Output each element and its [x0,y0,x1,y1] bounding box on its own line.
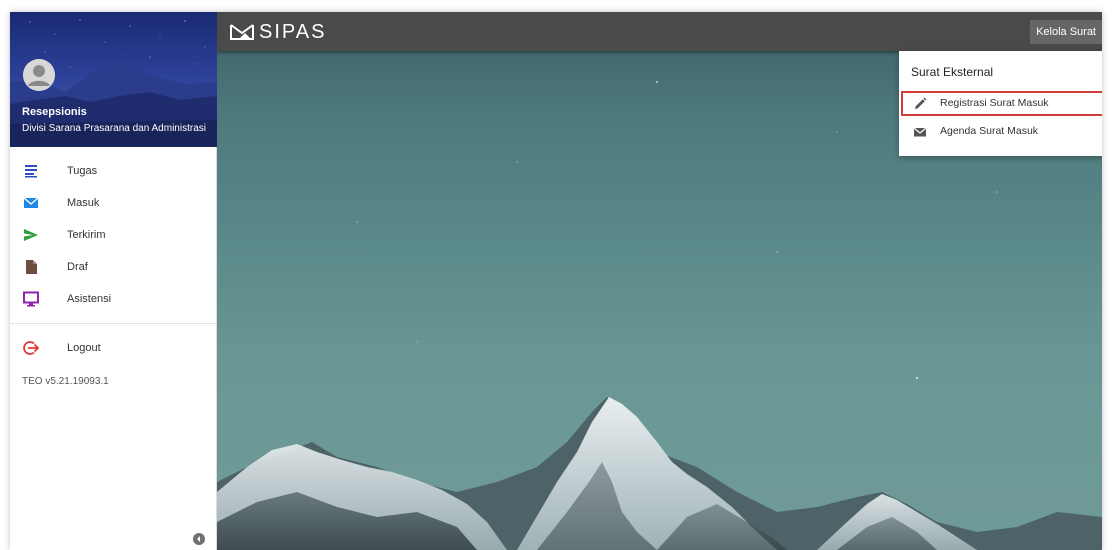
app-brand: SIPAS [259,20,327,43]
monitor-icon [23,291,39,307]
sidebar-item-label: Draf [67,261,88,273]
kelola-surat-menu-button[interactable]: Kelola Surat [1030,20,1102,44]
list-icon [23,163,39,179]
sidebar-item-terkirim[interactable]: Terkirim [10,219,217,251]
send-icon [23,227,39,243]
dropdown-section-title: Surat Eksternal [911,65,994,79]
sidebar-item-label: Masuk [67,197,100,209]
sidebar-item-draf[interactable]: Draf [10,251,217,283]
file-icon [23,259,39,275]
chevron-left-icon [197,536,200,542]
menu-item-agenda-surat-masuk[interactable]: Agenda Surat Masuk [901,119,1102,144]
collapse-sidebar-button[interactable] [193,533,205,545]
sidebar-item-asistensi[interactable]: Asistensi [10,283,217,315]
menu-item-label: Registrasi Surat Masuk [940,97,1049,109]
profile-name: Resepsionis [22,106,87,118]
sidebar-item-logout[interactable]: Logout [10,332,217,364]
top-bar: SIPAS Kelola Surat [217,12,1102,51]
sidebar-divider [10,323,217,324]
app-window: Resepsionis Divisi Sarana Prasarana dan … [10,12,1102,550]
envelope-logo-icon [230,24,254,40]
profile-division: Divisi Sarana Prasarana dan Administrasi [22,123,206,134]
envelope-icon [913,125,927,139]
sidebar-item-tugas[interactable]: Tugas [10,155,217,187]
logout-section: Logout [10,332,217,364]
menu-item-label: Agenda Surat Masuk [940,125,1039,137]
main-content: SIPAS Kelola Surat Surat Eksternal Regis… [217,12,1102,550]
menu-item-registrasi-surat-masuk[interactable]: Registrasi Surat Masuk [901,91,1102,116]
avatar[interactable] [23,59,55,91]
sidebar-item-label: Terkirim [67,229,106,241]
sidebar-item-label: Asistensi [67,293,112,305]
profile-header: Resepsionis Divisi Sarana Prasarana dan … [10,12,217,147]
pencil-icon [913,97,927,111]
sidebar-item-label: Tugas [67,165,98,177]
sidebar-item-masuk[interactable]: Masuk [10,187,217,219]
sidebar-menu: Tugas Masuk Terkirim Draf Asistensi [10,155,217,315]
mail-icon [23,195,39,211]
app-logo[interactable]: SIPAS [229,21,326,43]
logout-icon [23,340,39,356]
user-icon [23,59,55,91]
kelola-surat-dropdown: Surat Eksternal Registrasi Surat Masuk A… [899,51,1102,156]
sidebar-item-label: Logout [67,342,101,354]
sidebar: Resepsionis Divisi Sarana Prasarana dan … [10,12,217,550]
app-version: TEO v5.21.19093.1 [22,376,109,387]
